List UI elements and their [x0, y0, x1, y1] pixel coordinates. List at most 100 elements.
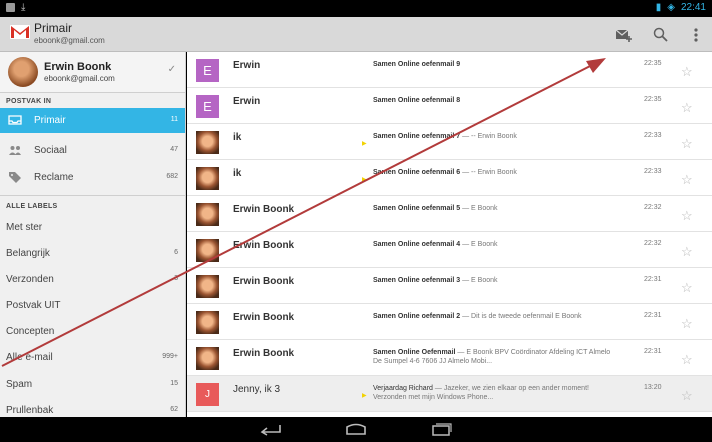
email-row[interactable]: Erwin Boonk Samen Online oefenmail 3 — E… [187, 268, 712, 304]
email-subject: Samen Online oefenmail 7 — -- Erwin Boon… [373, 133, 517, 140]
email-subject: Samen Online oefenmail 3 — E Boonk [373, 277, 498, 284]
email-row[interactable]: Erwin Boonk Samen Online oefenmail 2 — D… [187, 304, 712, 340]
sidebar-item-met-ster[interactable]: Met ster [0, 215, 185, 240]
email-time: 22:33 [644, 132, 662, 139]
sidebar-item-concepten[interactable]: Concepten [0, 319, 185, 344]
email-subject: Samen Online oefenmail 5 — E Boonk [373, 205, 498, 212]
star-icon[interactable]: ☆ [681, 64, 693, 80]
sidebar-item-count: 682 [166, 173, 178, 180]
avatar[interactable] [196, 203, 219, 226]
back-icon[interactable] [258, 422, 284, 436]
important-marker-icon[interactable]: ▶ [362, 140, 367, 147]
overflow-icon[interactable] [686, 26, 706, 44]
sidebar-item-count: 11 [170, 116, 178, 123]
sidebar-item-label: Alle e-mail [6, 352, 53, 363]
email-row[interactable]: ik ▶ Samen Online oefenmail 7 — -- Erwin… [187, 124, 712, 160]
divider [0, 92, 185, 93]
sidebar-item-count: 62 [170, 406, 178, 413]
avatar[interactable] [196, 275, 219, 298]
email-row[interactable]: E Erwin Samen Online oefenmail 8 22:35 ☆ [187, 88, 712, 124]
email-row[interactable]: E Erwin Samen Online oefenmail 9 22:35 ☆ [187, 52, 712, 88]
sidebar-item-belangrijk[interactable]: Belangrijk 6 [0, 241, 185, 266]
sidebar-item-primair[interactable]: Primair 11 [0, 108, 185, 133]
avatar[interactable] [196, 131, 219, 154]
recent-apps-icon[interactable] [428, 422, 454, 436]
email-time: 22:32 [644, 204, 662, 211]
divider [0, 195, 185, 196]
avatar[interactable]: E [196, 59, 219, 82]
sidebar-item-verzonden[interactable]: Verzonden 3 [0, 267, 185, 292]
sidebar-item-label: Primair [34, 115, 66, 126]
email-time: 22:33 [644, 168, 662, 175]
sidebar-item-reclame[interactable]: Reclame 682 [0, 165, 185, 190]
system-nav-bar [0, 417, 712, 442]
star-icon[interactable]: ☆ [681, 208, 693, 224]
avatar[interactable] [196, 311, 219, 334]
avatar[interactable] [196, 167, 219, 190]
star-icon[interactable]: ☆ [681, 316, 693, 332]
email-row[interactable]: Erwin Boonk Samen Online oefenmail 4 — E… [187, 232, 712, 268]
email-time: 22:31 [644, 312, 662, 319]
sidebar-item-label: Belangrijk [6, 248, 50, 259]
star-icon[interactable]: ☆ [681, 172, 693, 188]
sidebar-item-spam[interactable]: Spam 15 [0, 372, 185, 397]
star-icon[interactable]: ☆ [681, 244, 693, 260]
email-sender: Erwin [233, 96, 261, 107]
star-icon[interactable]: ☆ [681, 388, 693, 404]
avatar[interactable] [196, 239, 219, 262]
sidebar-item-sociaal[interactable]: Sociaal 47 [0, 138, 185, 163]
sidebar-item-label: Reclame [34, 172, 74, 183]
email-sender: ik [233, 168, 242, 179]
avatar[interactable]: J [196, 383, 219, 406]
email-subject: Verjaardag Richard — Jazeker, we zien el… [373, 385, 589, 401]
sidebar-item-prullenbak[interactable]: Prullenbak 62 [0, 398, 185, 417]
sidebar-item-postvak-uit[interactable]: Postvak UIT [0, 293, 185, 318]
gmail-logo-icon[interactable] [10, 25, 30, 39]
account-email-sidebar: eboonk@gmail.com [44, 74, 115, 83]
email-sender: Erwin Boonk [233, 348, 295, 359]
account-header[interactable]: Erwin Boonk eboonk@gmail.com ✓ [0, 52, 185, 92]
avatar[interactable]: E [196, 95, 219, 118]
email-list: E Erwin Samen Online oefenmail 9 22:35 ☆… [187, 52, 712, 417]
email-time: 22:31 [644, 276, 662, 283]
sidebar-item-count: 47 [170, 146, 178, 153]
email-sender: Erwin [233, 60, 261, 71]
email-sender: Erwin Boonk [233, 204, 295, 215]
email-subject: Samen Online Oefenmail — E Boonk BPV Coö… [373, 349, 611, 365]
sidebar-item-label: Spam [6, 379, 33, 390]
labels-section-heading: ALLE LABELS [6, 203, 58, 210]
email-sender: Erwin Boonk [233, 276, 295, 287]
sidebar-item-label: Sociaal [34, 145, 67, 156]
email-sender: Erwin Boonk [233, 312, 295, 323]
sidebar-item-label: Prullenbak [6, 405, 54, 416]
star-icon[interactable]: ☆ [681, 280, 693, 296]
action-bar: Primair eboonk@gmail.com [0, 17, 712, 52]
email-subject: Samen Online oefenmail 2 — Dit is de twe… [373, 313, 582, 320]
avatar[interactable] [196, 347, 219, 370]
status-time: 22:41 [680, 2, 706, 13]
sidebar-item-label: Verzonden [6, 274, 54, 285]
important-marker-icon[interactable]: ▶ [362, 176, 367, 183]
email-sender: Erwin Boonk [233, 240, 295, 251]
email-row[interactable]: ik ▶ Samen Online oefenmail 6 — -- Erwin… [187, 160, 712, 196]
important-marker-icon[interactable]: ▶ [362, 392, 367, 399]
email-time: 22:35 [644, 60, 662, 67]
search-icon[interactable] [651, 26, 671, 44]
star-icon[interactable]: ☆ [681, 136, 693, 152]
email-subject: Samen Online oefenmail 6 — -- Erwin Boon… [373, 169, 517, 176]
chevron-down-icon[interactable]: ✓ [168, 64, 176, 75]
wifi-icon: ◈ [667, 2, 675, 13]
sidebar-item-alle-email[interactable]: Alle e-mail 999+ [0, 345, 185, 370]
star-icon[interactable]: ☆ [681, 100, 693, 116]
email-subject: Samen Online oefenmail 8 [373, 97, 461, 104]
page-title: Primair [34, 21, 72, 35]
people-icon [8, 144, 22, 156]
email-row[interactable]: J Jenny, ik 3 ▶ Verjaardag Richard — Jaz… [187, 376, 712, 412]
home-icon[interactable] [343, 422, 369, 436]
email-time: 13:20 [644, 384, 662, 391]
star-icon[interactable]: ☆ [681, 352, 693, 368]
email-row[interactable]: Erwin Boonk Samen Online Oefenmail — E B… [187, 340, 712, 376]
email-row[interactable]: Erwin Boonk Samen Online oefenmail 5 — E… [187, 196, 712, 232]
compose-icon[interactable] [614, 26, 634, 44]
email-sender: ik [233, 132, 242, 143]
